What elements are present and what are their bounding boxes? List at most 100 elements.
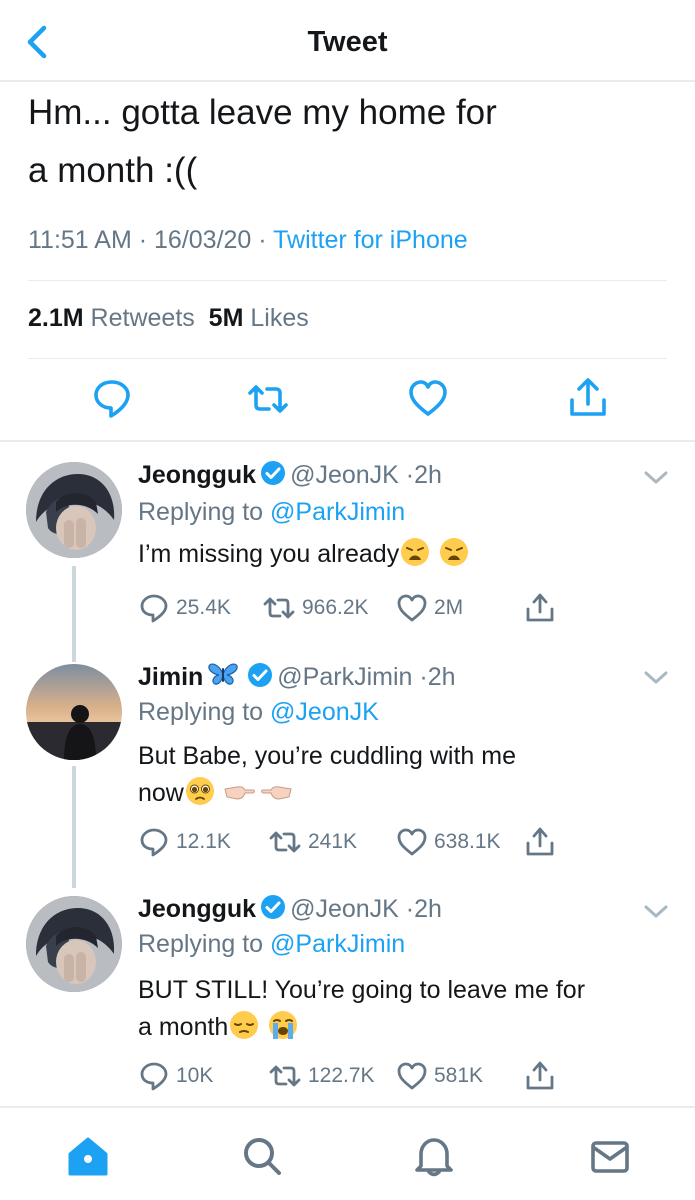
reply-text-line-2: a month	[138, 1009, 678, 1046]
reply-header: Jeongguk @JeonJK ·2h	[138, 894, 442, 924]
retweet-button[interactable]: 122.7K	[268, 1060, 375, 1092]
divider	[0, 440, 695, 442]
search-icon[interactable]	[240, 1134, 284, 1178]
tweet-age: 2h	[427, 663, 456, 691]
reply-icon	[140, 828, 168, 857]
like-heart-icon	[397, 1062, 427, 1090]
reply-count: 25.4K	[176, 596, 231, 619]
user-handle[interactable]: @JeonJK	[290, 895, 399, 923]
reply-action-bar: 10K 122.7K 581K	[138, 1060, 658, 1092]
tweet-text-line-2: a month :((	[28, 151, 198, 190]
like-heart-icon[interactable]	[406, 376, 450, 422]
retweet-button[interactable]: 241K	[268, 826, 357, 858]
retweets-count: 2.1M	[28, 304, 84, 332]
verified-badge-icon	[261, 895, 286, 919]
mention-link[interactable]: @ParkJimin	[270, 498, 405, 526]
reply-text-line-1: But Babe, you’re cuddling with me	[138, 742, 516, 770]
likes-label: Likes	[250, 304, 309, 332]
avatar[interactable]	[26, 462, 122, 558]
pensive-face-emoji-icon	[230, 1011, 259, 1039]
separator: ·	[138, 226, 148, 254]
chevron-down-icon[interactable]	[642, 468, 670, 488]
separator: ·	[419, 663, 428, 691]
home-icon[interactable]	[66, 1134, 110, 1178]
pleading-face-emoji-icon	[185, 777, 214, 805]
replying-to-label: Replying to	[138, 498, 264, 526]
tweet-age: 2h	[414, 461, 442, 489]
share-icon[interactable]	[566, 376, 610, 422]
separator: ·	[405, 895, 415, 923]
retweet-count: 966.2K	[302, 596, 369, 619]
tweet-source-link[interactable]: Twitter for iPhone	[273, 226, 468, 254]
mention-link[interactable]: @JeonJK	[270, 698, 379, 726]
bottom-tab-bar	[0, 1108, 695, 1200]
replying-to: Replying to @ParkJimin	[138, 930, 405, 959]
retweets-stat[interactable]: 2.1M Retweets	[28, 304, 195, 332]
pointing-fingers-emoji-icon	[224, 786, 292, 800]
reply-text: BUT STILL! You’re going to leave me for …	[138, 972, 678, 1046]
like-count: 581K	[434, 1064, 484, 1087]
mention-link[interactable]: @ParkJimin	[270, 930, 405, 958]
reply-count: 12.1K	[176, 830, 231, 853]
display-name[interactable]: Jeongguk	[138, 461, 256, 489]
replying-to: Replying to @ParkJimin	[138, 498, 405, 527]
notifications-bell-icon[interactable]	[412, 1134, 456, 1178]
reply-button[interactable]: 10K	[138, 1060, 213, 1092]
reply-tweet[interactable]: Jeongguk @JeonJK ·2h Replying to @ParkJim…	[0, 888, 695, 1104]
reply-icon	[140, 594, 168, 623]
page-title: Tweet	[307, 26, 388, 58]
retweet-icon	[269, 831, 301, 853]
reply-button[interactable]: 12.1K	[138, 826, 231, 858]
user-handle[interactable]: @JeonJK	[290, 461, 399, 489]
reply-text: I’m missing you already	[138, 536, 678, 573]
reply-header: Jeongguk @JeonJK ·2h	[138, 460, 442, 490]
chevron-down-icon[interactable]	[642, 668, 670, 688]
display-name[interactable]: Jeongguk	[138, 895, 256, 923]
reply-button[interactable]: 25.4K	[138, 592, 231, 624]
weary-face-emoji-icon	[440, 538, 469, 566]
user-handle[interactable]: @ParkJimin	[277, 663, 412, 691]
like-button[interactable]: 581K	[396, 1060, 483, 1092]
retweet-button[interactable]: 966.2K	[262, 592, 369, 624]
blue-butterfly-emoji-icon	[208, 663, 238, 685]
like-count: 638.1K	[434, 830, 501, 853]
retweets-label: Retweets	[90, 304, 195, 332]
tweet-stats: 2.1M Retweets 5M Likes	[28, 304, 309, 333]
tweet-age: 2h	[414, 895, 442, 923]
likes-count: 5M	[208, 304, 244, 332]
verified-badge-icon	[261, 461, 286, 485]
separator: ·	[258, 226, 267, 254]
messages-envelope-icon[interactable]	[588, 1134, 632, 1178]
tweet-metadata: 11:51 AM · 16/03/20 · Twitter for iPhone	[28, 226, 468, 255]
like-button[interactable]: 638.1K	[396, 826, 501, 858]
retweet-icon	[269, 1065, 301, 1087]
tweet-time: 11:51 AM	[28, 226, 132, 254]
avatar[interactable]	[26, 664, 122, 760]
likes-stat[interactable]: 5M Likes	[209, 304, 309, 332]
reply-text: But Babe, you’re cuddling with me now	[138, 738, 678, 812]
like-button[interactable]: 2M	[396, 592, 463, 624]
verified-badge-icon	[248, 663, 273, 687]
reply-action-bar: 25.4K 966.2K 2M	[138, 592, 658, 624]
replying-to: Replying to @JeonJK	[138, 698, 379, 727]
share-icon	[526, 827, 554, 856]
divider	[28, 358, 667, 359]
share-button[interactable]	[524, 826, 562, 858]
avatar[interactable]	[26, 896, 122, 992]
share-icon	[526, 593, 554, 622]
reply-text-body: I’m missing you already	[138, 540, 400, 568]
chevron-down-icon[interactable]	[642, 902, 670, 922]
share-button[interactable]	[524, 1060, 562, 1092]
weary-face-emoji-icon	[401, 538, 430, 566]
loudly-crying-face-emoji-icon	[269, 1011, 298, 1039]
reply-tweet[interactable]: Jimin @ParkJimin ·2h Replying to @JeonJK …	[0, 654, 695, 874]
display-name[interactable]: Jimin	[138, 663, 203, 691]
share-button[interactable]	[524, 592, 562, 624]
retweet-icon[interactable]	[246, 376, 290, 422]
tweet-date: 16/03/20	[154, 226, 252, 254]
like-heart-icon	[397, 828, 427, 856]
reply-tweet[interactable]: Jeongguk @JeonJK ·2h Replying to @ParkJim…	[0, 454, 695, 644]
top-navigation-bar: Tweet	[0, 0, 695, 82]
reply-icon[interactable]	[90, 376, 134, 422]
reply-icon	[140, 1062, 168, 1091]
